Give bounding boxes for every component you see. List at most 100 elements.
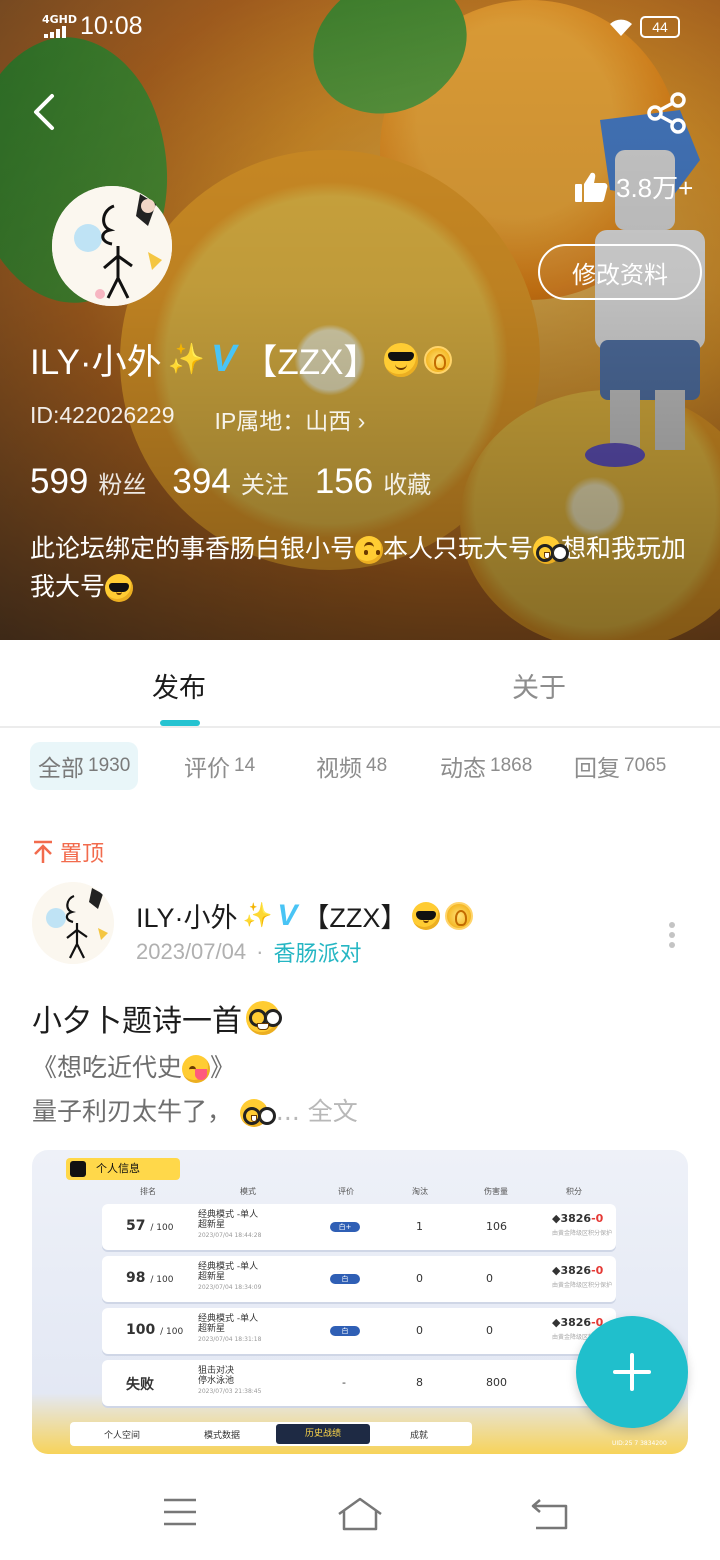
more-options-icon[interactable]: [668, 920, 676, 950]
profile-tabs: 发布 关于: [0, 640, 720, 728]
col-header: 伤害量: [484, 1187, 508, 1196]
rating: -: [342, 1376, 346, 1389]
back-icon[interactable]: [530, 1496, 570, 1530]
damage: 0: [486, 1272, 493, 1285]
rank: 98 / 100: [126, 1270, 173, 1286]
match-time: 2023/07/04 18:34:09: [198, 1284, 262, 1291]
post-topic[interactable]: 香肠派对: [273, 936, 361, 968]
back-arrow-icon[interactable]: [30, 92, 60, 132]
mode: 经典模式 -单人 超新星 2023/07/04 18:34:09: [198, 1262, 261, 1293]
map-name: 超新星: [198, 1272, 226, 1282]
rank-total: / 100: [150, 1223, 174, 1233]
yum-face-emoji-icon: [182, 1055, 211, 1083]
post-author-tag: 【ZZX】: [302, 903, 408, 933]
score-note: 由黄金降级区积分保护: [552, 1230, 613, 1237]
score: ◆3826-0: [552, 1264, 604, 1277]
screenshot-columns: 排名 模式 评价 淘汰 伤害量 积分: [32, 1186, 688, 1200]
mode-name: 狙击对决: [198, 1366, 235, 1376]
wifi-icon: [610, 19, 632, 36]
match-time: 2023/07/03 21:38:45: [198, 1388, 262, 1395]
likes-counter[interactable]: 3.8万+: [574, 168, 693, 205]
following-count[interactable]: 394: [172, 462, 230, 502]
sparkles-icon: ✨: [167, 343, 205, 376]
elims: 8: [416, 1376, 423, 1389]
following-label[interactable]: 关注: [241, 465, 289, 500]
profile-name: ILY·小外 ✨ V 【ZZX】: [30, 334, 453, 385]
map-name: 超新星: [198, 1220, 226, 1230]
post-author-name[interactable]: ILY·小外 ✨ V 【ZZX】: [136, 896, 474, 935]
signal-icon: [44, 26, 66, 38]
excerpt-text: 量子利刃太牛了，: [32, 1097, 233, 1126]
home-icon[interactable]: [336, 1496, 384, 1532]
score-delta: -0: [591, 1212, 604, 1225]
full-text-link[interactable]: 全文: [308, 1097, 358, 1126]
excerpt-line-2: 量子利刃太牛了， ... 全文: [32, 1090, 358, 1134]
filter-moments[interactable]: 动态 1868: [432, 742, 540, 790]
filter-count: 1930: [88, 755, 131, 776]
ip-location[interactable]: IP属地：山西 ›: [215, 402, 366, 436]
post-title-text: 小夕卜题诗一首: [32, 1004, 242, 1039]
followers-label[interactable]: 粉丝: [98, 465, 146, 500]
tab-posts[interactable]: 发布: [152, 666, 206, 705]
screenshot-bottom-tabs: 个人空间 模式数据 历史战绩 成就: [70, 1422, 472, 1446]
create-post-button[interactable]: [576, 1316, 688, 1428]
verified-icon: V: [210, 338, 237, 380]
level-badge-icon[interactable]: [424, 345, 453, 374]
rank: 57 / 100: [126, 1218, 173, 1234]
menu-icon[interactable]: [162, 1496, 198, 1528]
share-icon[interactable]: [646, 92, 688, 134]
bottom-tab-selected: 历史战绩: [276, 1424, 370, 1444]
post-author-avatar[interactable]: [32, 882, 114, 964]
col-header: 淘汰: [412, 1187, 428, 1196]
filter-count: 48: [366, 755, 388, 776]
damage: 106: [486, 1220, 507, 1233]
post-title[interactable]: 小夕卜题诗一首: [32, 996, 280, 1040]
status-time: 10:08: [80, 12, 143, 40]
pinned-text: 置顶: [60, 842, 105, 867]
filter-count: 7065: [624, 755, 667, 776]
tab-indicator: [160, 720, 200, 726]
rank-value: 100: [126, 1322, 156, 1338]
favorites-label[interactable]: 收藏: [383, 465, 431, 500]
rank-value: 57: [126, 1218, 146, 1234]
excerpt-text-end: 》: [210, 1053, 236, 1082]
ellipsis: ...: [275, 1097, 300, 1126]
battery-icon: 44: [640, 16, 680, 38]
excerpt-text: 《想吃近代史: [32, 1053, 183, 1082]
damage: 800: [486, 1376, 507, 1389]
filter-all[interactable]: 全部 1930: [30, 742, 139, 790]
edit-profile-button[interactable]: 修改资料: [538, 244, 702, 300]
match-time: 2023/07/04 18:31:18: [198, 1336, 262, 1343]
sparkles-icon: ✨: [242, 902, 273, 929]
elims: 0: [416, 1324, 423, 1337]
followers-count[interactable]: 599: [30, 462, 88, 502]
level-badge-icon: [445, 901, 474, 930]
filter-reviews[interactable]: 评价 14: [176, 742, 263, 790]
filter-count: 14: [234, 755, 256, 776]
sunglasses-emoji-icon: [384, 342, 419, 377]
nerd-face-emoji-icon: [239, 1099, 268, 1127]
screenshot-uid: UID:25 7 3834200: [612, 1440, 667, 1447]
filter-videos[interactable]: 视频 48: [308, 742, 395, 790]
bottom-tab: 模式数据: [204, 1431, 241, 1441]
mode-name: 经典模式 -单人: [198, 1210, 259, 1220]
rank-value: 98: [126, 1270, 146, 1286]
mode-name: 经典模式 -单人: [198, 1262, 259, 1272]
rating-badge: 白: [330, 1326, 360, 1336]
mode: 经典模式 -单人 超新星 2023/07/04 18:31:18: [198, 1314, 261, 1345]
favorites-count[interactable]: 156: [315, 462, 373, 502]
verified-icon: V: [277, 898, 298, 932]
tab-about[interactable]: 关于: [512, 666, 566, 705]
network-type: 4GHD: [42, 13, 78, 26]
rank-total: / 100: [160, 1327, 184, 1337]
screenshot-title: 个人信息: [96, 1162, 140, 1175]
score-value: 3826: [560, 1212, 592, 1225]
post-excerpt[interactable]: 《想吃近代史》 量子利刃太牛了， ... 全文: [32, 1046, 358, 1134]
sunglasses-emoji-icon: [105, 574, 134, 602]
profile-id-line: ID:422026229 IP属地：山西 ›: [30, 402, 365, 436]
filter-replies[interactable]: 回复 7065: [566, 742, 674, 790]
score-value: 3826: [560, 1316, 592, 1329]
filter-count: 1868: [490, 755, 533, 776]
meta-separator: ·: [256, 939, 264, 964]
avatar[interactable]: [52, 186, 172, 306]
